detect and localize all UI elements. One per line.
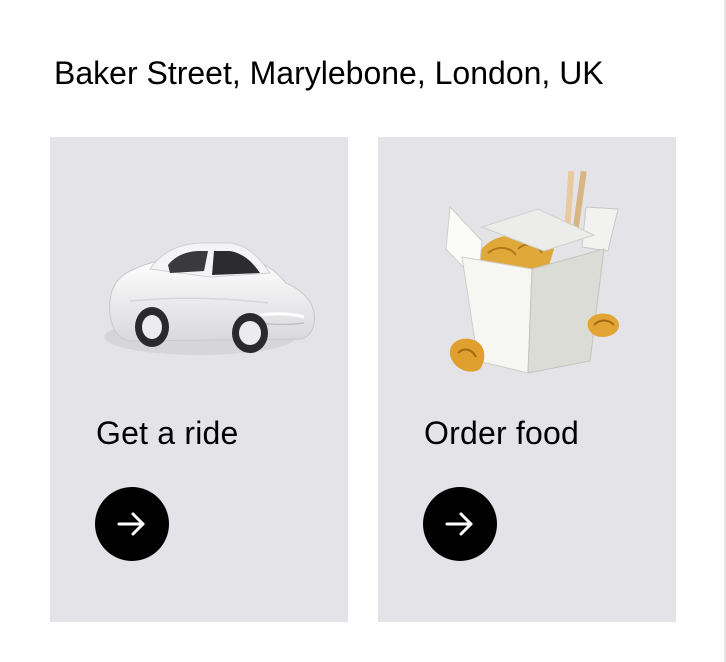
arrow-right-icon xyxy=(445,512,473,536)
car-illustration xyxy=(90,165,330,397)
get-a-ride-button[interactable] xyxy=(95,487,169,561)
order-food-label: Order food xyxy=(424,415,579,451)
get-a-ride-card[interactable]: Get a ride xyxy=(50,137,348,622)
takeout-box-illustration xyxy=(418,165,658,397)
arrow-right-icon xyxy=(117,512,145,536)
current-location[interactable]: Baker Street, Marylebone, London, UK xyxy=(54,54,604,92)
order-food-button[interactable] xyxy=(423,487,497,561)
get-a-ride-label: Get a ride xyxy=(96,415,239,451)
order-food-card[interactable]: Order food xyxy=(378,137,676,622)
app-screen: Baker Street, Marylebone, London, UK Get… xyxy=(0,0,726,662)
